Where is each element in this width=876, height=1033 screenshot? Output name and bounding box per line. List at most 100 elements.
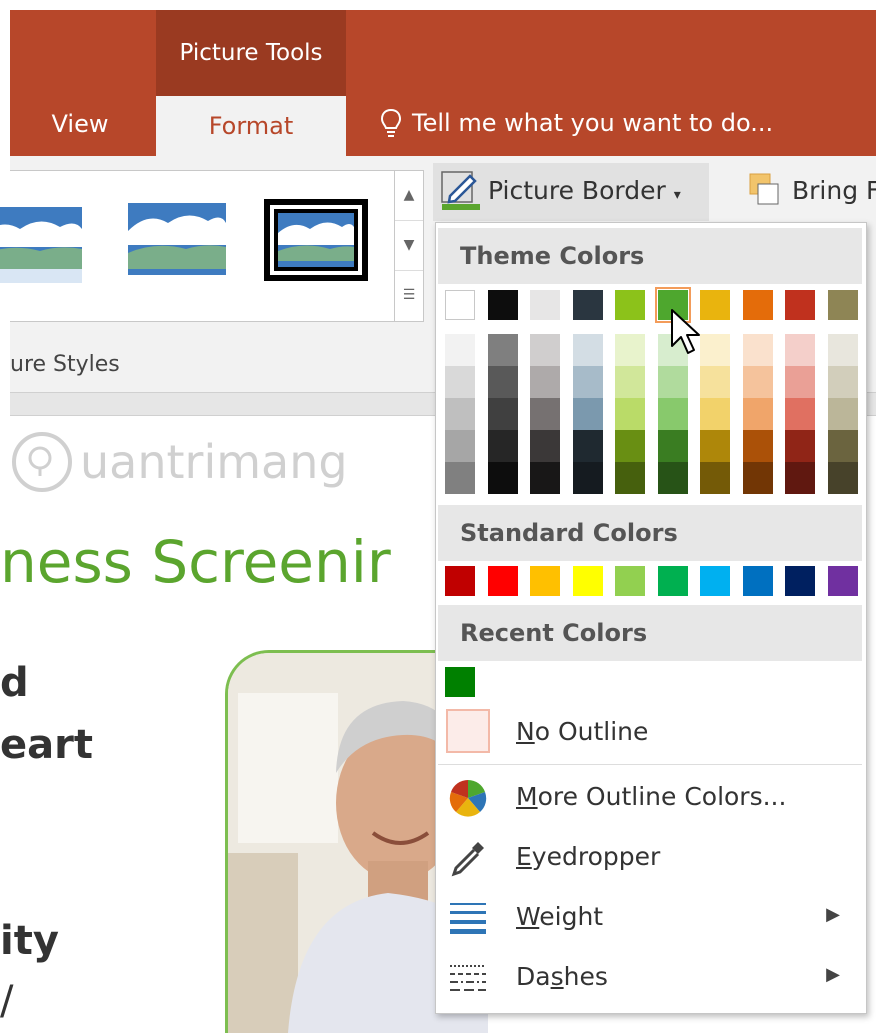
theme-shade-swatch[interactable] [573, 334, 603, 366]
standard-color-swatch[interactable] [785, 566, 815, 596]
dropdown-caret-icon: ▾ [673, 187, 681, 203]
weight-label: Weight [516, 902, 604, 931]
theme-shade-swatch[interactable] [530, 462, 560, 494]
theme-shade-swatch[interactable] [573, 398, 603, 430]
theme-shade-swatch[interactable] [445, 398, 475, 430]
theme-shade-swatch[interactable] [445, 430, 475, 462]
theme-shade-swatch[interactable] [530, 398, 560, 430]
theme-shade-swatch[interactable] [700, 366, 730, 398]
color-wheel-icon [449, 780, 487, 817]
theme-shade-swatch[interactable] [658, 430, 688, 462]
theme-color-swatch[interactable] [445, 290, 475, 320]
theme-shade-swatch[interactable] [615, 398, 645, 430]
more-outline-colors-label: More Outline Colors... [516, 782, 787, 811]
theme-shade-swatch[interactable] [743, 366, 773, 398]
standard-color-swatch[interactable] [573, 566, 603, 596]
theme-shade-swatch[interactable] [828, 398, 858, 430]
theme-shade-swatch[interactable] [488, 398, 518, 430]
watermark-text: uantrimang [80, 435, 348, 489]
recent-color-swatch[interactable] [445, 667, 475, 697]
more-outline-colors-item[interactable]: More Outline Colors... [438, 770, 862, 826]
theme-shade-swatch[interactable] [743, 462, 773, 494]
theme-color-swatch[interactable] [488, 290, 518, 320]
theme-color-swatch[interactable] [700, 290, 730, 320]
standard-color-swatch[interactable] [828, 566, 858, 596]
standard-color-swatch[interactable] [488, 566, 518, 596]
style-thumbnail-2[interactable] [126, 201, 228, 277]
tab-format[interactable]: Format [156, 96, 346, 156]
theme-shade-swatch[interactable] [785, 398, 815, 430]
theme-shade-swatch[interactable] [700, 462, 730, 494]
standard-color-swatch[interactable] [700, 566, 730, 596]
theme-shade-swatch[interactable] [828, 334, 858, 366]
theme-shade-swatch[interactable] [828, 366, 858, 398]
no-outline-label: No Outline [516, 717, 649, 746]
theme-shade-swatch[interactable] [615, 462, 645, 494]
line-dashes-icon [450, 965, 486, 991]
theme-shade-swatch[interactable] [530, 334, 560, 366]
standard-color-swatch[interactable] [615, 566, 645, 596]
weight-item[interactable]: Weight ▶ [438, 890, 862, 946]
theme-shade-swatch[interactable] [488, 430, 518, 462]
theme-shade-swatch[interactable] [573, 366, 603, 398]
theme-shade-swatch[interactable] [828, 462, 858, 494]
theme-shade-swatch[interactable] [743, 334, 773, 366]
menu-separator [438, 764, 862, 765]
theme-colors-header: Theme Colors [438, 228, 862, 284]
bring-forward-button[interactable]: Bring F [792, 176, 876, 205]
eyedropper-icon [451, 842, 484, 877]
slide-text-line-1: d [0, 660, 29, 706]
theme-shade-swatch[interactable] [445, 366, 475, 398]
theme-shade-swatch[interactable] [785, 334, 815, 366]
gallery-scroll-down-icon[interactable]: ▼ [395, 221, 423, 271]
theme-shade-swatch[interactable] [785, 462, 815, 494]
slide-text-line-3: ity [0, 918, 59, 964]
theme-shade-swatch[interactable] [488, 366, 518, 398]
gallery-more-icon[interactable]: ☰ [395, 271, 423, 320]
theme-shade-swatch[interactable] [743, 430, 773, 462]
theme-color-swatch[interactable] [828, 290, 858, 320]
theme-shade-swatch[interactable] [573, 430, 603, 462]
picture-styles-group-label: ure Styles [10, 352, 120, 377]
theme-color-swatch[interactable] [573, 290, 603, 320]
theme-shade-swatch[interactable] [445, 462, 475, 494]
theme-color-swatch[interactable] [743, 290, 773, 320]
standard-color-swatch[interactable] [530, 566, 560, 596]
standard-color-swatch[interactable] [743, 566, 773, 596]
standard-colors-header: Standard Colors [438, 505, 862, 561]
theme-shade-swatch[interactable] [658, 462, 688, 494]
theme-shade-swatch[interactable] [615, 430, 645, 462]
theme-shade-swatch[interactable] [785, 366, 815, 398]
theme-shade-swatch[interactable] [488, 462, 518, 494]
theme-shade-swatch[interactable] [530, 430, 560, 462]
theme-shade-swatch[interactable] [530, 366, 560, 398]
line-weight-icon [450, 903, 486, 934]
theme-shade-swatch[interactable] [445, 334, 475, 366]
theme-shade-swatch[interactable] [658, 398, 688, 430]
theme-shade-swatch[interactable] [785, 430, 815, 462]
theme-shade-swatch[interactable] [700, 334, 730, 366]
style-thumbnail-1[interactable] [0, 207, 82, 283]
tell-me-search[interactable]: Tell me what you want to do... [380, 108, 773, 138]
theme-shade-swatch[interactable] [488, 334, 518, 366]
standard-color-swatch[interactable] [445, 566, 475, 596]
standard-color-swatch[interactable] [658, 566, 688, 596]
eyedropper-item[interactable]: Eyedropper [438, 830, 862, 886]
theme-color-swatch[interactable] [615, 290, 645, 320]
theme-shade-swatch[interactable] [615, 366, 645, 398]
tab-view[interactable]: View [40, 110, 120, 138]
theme-shade-swatch[interactable] [573, 462, 603, 494]
dashes-item[interactable]: Dashes ▶ [438, 950, 862, 1006]
gallery-scroll-up-icon[interactable]: ▲ [395, 171, 423, 221]
theme-shade-swatch[interactable] [615, 334, 645, 366]
theme-color-swatch[interactable] [785, 290, 815, 320]
theme-color-swatch[interactable] [530, 290, 560, 320]
watermark-logo-icon [12, 432, 72, 492]
theme-shade-swatch[interactable] [700, 398, 730, 430]
theme-shade-swatch[interactable] [743, 398, 773, 430]
no-outline-item[interactable]: No Outline [438, 705, 862, 761]
theme-shade-swatch[interactable] [828, 430, 858, 462]
theme-shade-swatch[interactable] [700, 430, 730, 462]
style-thumbnail-3[interactable] [264, 199, 368, 281]
theme-shade-swatch[interactable] [658, 366, 688, 398]
